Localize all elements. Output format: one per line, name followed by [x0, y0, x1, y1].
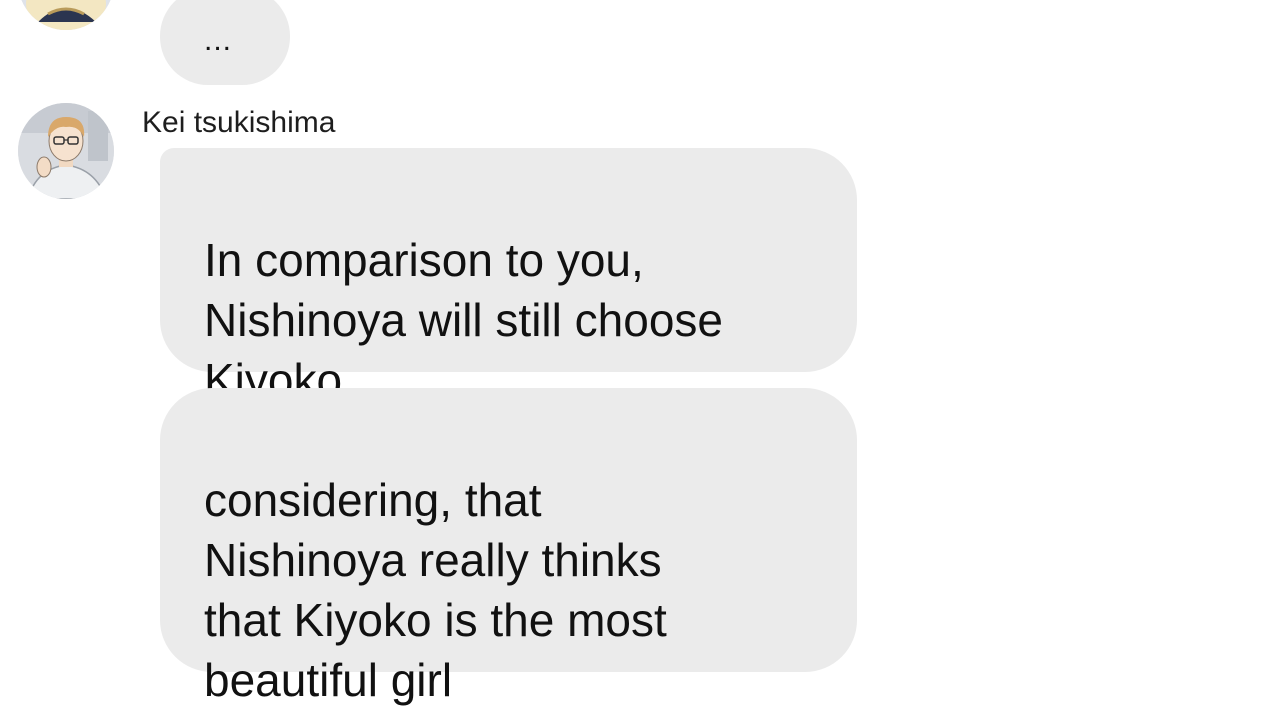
sender-avatar[interactable]: [18, 103, 114, 199]
avatar-icon: [18, 0, 114, 30]
previous-sender-avatar[interactable]: [18, 0, 114, 30]
message-bubble-ellipsis[interactable]: ...: [160, 0, 290, 85]
message-bubble[interactable]: considering, that Nishinoya really think…: [160, 388, 857, 706]
message-text: considering, that Nishinoya really think…: [204, 474, 667, 706]
sender-name: Kei tsukishima: [142, 106, 336, 139]
profile-avatar-icon: [18, 103, 114, 199]
message-bubble[interactable]: In comparison to you, Nishinoya will sti…: [160, 148, 857, 406]
message-text: In comparison to you, Nishinoya will sti…: [204, 234, 723, 406]
message-text: ...: [204, 24, 233, 57]
chat-screen: ... Kei tsukishima In comparison to you,…: [0, 0, 1280, 720]
